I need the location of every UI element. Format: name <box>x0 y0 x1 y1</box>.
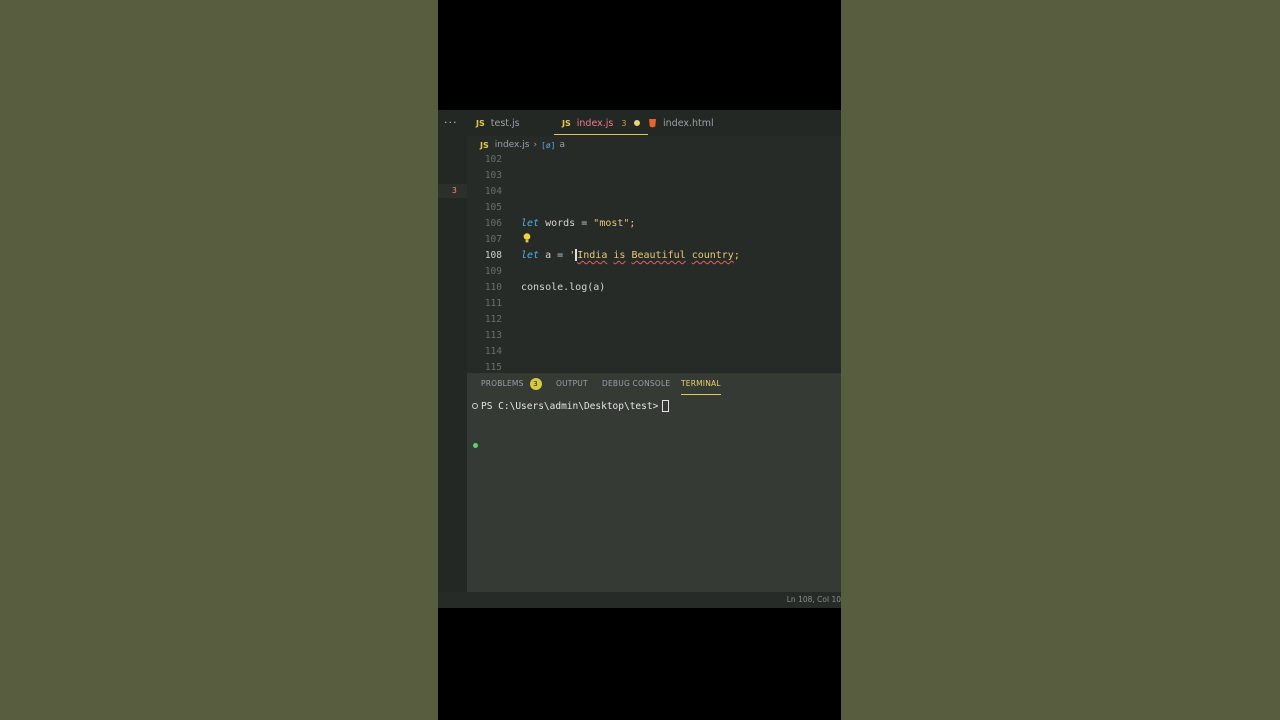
identifier: a <box>545 250 552 261</box>
code-text: console.log(a) <box>521 282 606 293</box>
unquoted-word: is <box>613 250 626 261</box>
breadcrumb-symbol[interactable]: a <box>560 140 566 150</box>
bottom-panel: PROBLEMS 3 OUTPUT DEBUG CONSOLE TERMINAL … <box>467 373 841 592</box>
line-number-row: 109 <box>467 264 841 280</box>
tab-problems[interactable]: PROBLEMS 3 <box>481 373 542 395</box>
line-number-row: 104 <box>467 184 841 200</box>
line-number: 114 <box>484 346 502 357</box>
terminal-prompt: PS C:\Users\admin\Desktop\test> <box>481 400 659 412</box>
more-actions-icon[interactable]: ··· <box>444 116 458 129</box>
lightbulb-icon[interactable] <box>523 233 531 243</box>
error-count-badge: 3 <box>452 186 457 195</box>
code-line-110[interactable]: console.log(a) <box>467 280 841 296</box>
tab-label: test.js <box>490 117 520 129</box>
html5-file-icon <box>649 118 656 128</box>
unquoted-word: Beautiful <box>631 250 686 261</box>
command-status-icon <box>472 403 478 409</box>
line-number: 112 <box>484 314 502 325</box>
code-line-106[interactable]: let words = "most"; <box>467 216 841 232</box>
line-number: 115 <box>484 362 502 372</box>
tab-test-js[interactable]: JS test.js <box>476 110 520 136</box>
video-frame: ··· 3 JS test.js JS index.js 3 index.htm… <box>438 0 841 720</box>
code-line-107[interactable] <box>467 232 841 248</box>
problem-count-badge: 3 <box>621 118 627 128</box>
line-number: 102 <box>484 154 502 165</box>
line-number: 103 <box>484 170 502 181</box>
string-literal: "most"; <box>593 218 636 229</box>
operator: = <box>581 218 588 229</box>
line-number-row: 113 <box>467 328 841 344</box>
line-number-row: 112 <box>467 312 841 328</box>
line-number-row: 115 <box>467 360 841 372</box>
javascript-file-icon: JS <box>476 118 485 128</box>
line-number: 113 <box>484 330 502 341</box>
status-bar: Ln 108, Col 10 <box>438 592 841 608</box>
terminal-cursor <box>662 400 670 412</box>
breadcrumb: JS index.js › [ø] a <box>480 138 565 152</box>
success-dot-icon <box>473 443 478 448</box>
terminal-prompt-line[interactable]: PS C:\Users\admin\Desktop\test> <box>472 400 670 412</box>
code-area[interactable]: 115 114 113 112 111 110 109 108 107 106 105 104 103 1… <box>467 152 841 372</box>
left-background <box>0 0 438 720</box>
code-editor-window: ··· 3 JS test.js JS index.js 3 index.htm… <box>438 110 841 608</box>
keyword: let <box>521 250 540 261</box>
line-number-row: 103 <box>467 168 841 184</box>
javascript-file-icon: JS <box>480 140 489 150</box>
tab-output[interactable]: OUTPUT <box>556 373 588 395</box>
cursor-position[interactable]: Ln 108, Col 10 <box>787 592 841 608</box>
line-number: 111 <box>484 298 502 309</box>
line-number: 104 <box>484 186 502 197</box>
unsaved-dot-icon[interactable] <box>634 120 641 126</box>
tab-label: index.html <box>663 117 714 129</box>
tab-index-html[interactable]: index.html <box>649 110 714 136</box>
keyword: let <box>521 218 540 229</box>
tab-label: PROBLEMS <box>481 379 524 388</box>
line-number-row: 105 <box>467 200 841 216</box>
line-number: 105 <box>484 202 502 213</box>
identifier: words <box>545 218 576 229</box>
right-background <box>841 0 1280 720</box>
tab-index-js[interactable]: JS index.js 3 <box>553 110 649 136</box>
code-line-108[interactable]: let a = ' India is Beautiful country; <box>467 248 841 264</box>
variable-symbol-icon: [ø] <box>541 140 556 150</box>
operator: = <box>557 250 564 261</box>
line-number-row: 111 <box>467 296 841 312</box>
javascript-file-icon: JS <box>562 118 571 128</box>
tab-terminal[interactable]: TERMINAL <box>681 373 721 395</box>
line-number-row: 102 <box>467 152 841 168</box>
tab-label: index.js <box>576 117 614 129</box>
problems-count-badge: 3 <box>529 378 542 390</box>
semicolon: ; <box>733 250 740 261</box>
chevron-right-icon: › <box>533 140 538 150</box>
breadcrumb-file[interactable]: index.js <box>495 140 530 150</box>
activity-bar: ··· 3 <box>438 110 467 608</box>
panel-tabs: PROBLEMS 3 OUTPUT DEBUG CONSOLE TERMINAL <box>467 373 841 395</box>
line-number: 109 <box>484 266 502 277</box>
line-number-row: 114 <box>467 344 841 360</box>
unquoted-word: India <box>577 250 608 261</box>
tab-debug-console[interactable]: DEBUG CONSOLE <box>602 373 670 395</box>
unquoted-word: country <box>691 250 734 261</box>
editor-tabs: JS test.js JS index.js 3 index.html <box>467 110 841 136</box>
